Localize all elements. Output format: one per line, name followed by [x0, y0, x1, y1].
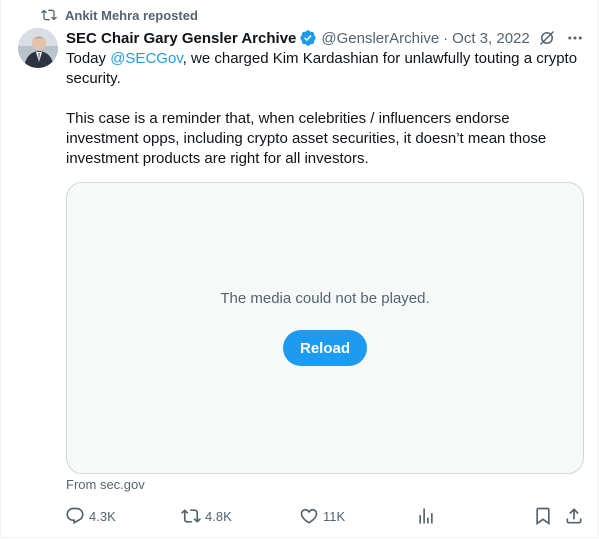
views-chart-icon	[419, 508, 433, 524]
more-icon	[568, 36, 582, 40]
grok-icon	[540, 31, 554, 45]
repost-text[interactable]: Ankit Mehra reposted	[65, 8, 198, 23]
separator-dot: ·	[443, 29, 449, 47]
bookmark-icon	[536, 507, 550, 526]
mention-link[interactable]: @SECGov	[110, 50, 182, 67]
author-display-name[interactable]: SEC Chair Gary Gensler Archive	[66, 30, 296, 47]
media-source[interactable]: From sec.gov	[66, 477, 145, 492]
reply-icon	[66, 507, 84, 525]
like-count: 11K	[323, 508, 346, 524]
repost-button[interactable]: 4.8K	[181, 504, 232, 528]
media-error-message: The media could not be played.	[220, 290, 430, 307]
repost-count: 4.8K	[205, 508, 232, 524]
action-bar: 4.3K 4.8K 11K	[63, 504, 585, 528]
bookmark-button[interactable]	[533, 504, 553, 528]
media-container: The media could not be played. Reload	[66, 182, 584, 474]
tweet[interactable]: Ankit Mehra reposted SEC Chair Gary Gens…	[0, 0, 598, 538]
share-icon	[566, 508, 582, 524]
verified-badge-icon	[300, 30, 317, 46]
reply-count: 4.3K	[89, 508, 116, 524]
repost-indicator: Ankit Mehra reposted	[41, 7, 198, 23]
reload-button[interactable]: Reload	[283, 330, 367, 366]
tweet-paragraph-2: This case is a reminder that, when celeb…	[66, 110, 547, 167]
repost-icon	[41, 9, 57, 21]
avatar[interactable]	[18, 28, 58, 68]
grok-button[interactable]	[537, 28, 557, 48]
tweet-header: SEC Chair Gary Gensler Archive @GenslerA…	[66, 27, 585, 49]
more-options-button[interactable]	[565, 28, 585, 48]
views-button[interactable]	[416, 504, 436, 528]
share-button[interactable]	[564, 504, 584, 528]
tweet-date[interactable]: Oct 3, 2022	[452, 30, 530, 47]
author-handle[interactable]: @GenslerArchive	[321, 30, 439, 47]
like-button[interactable]: 11K	[299, 504, 345, 528]
tweet-paragraph-1: Today @SECGov, we charged Kim Kardashian…	[66, 50, 578, 87]
repost-icon	[181, 509, 201, 523]
reply-button[interactable]: 4.3K	[65, 504, 116, 528]
heart-icon	[300, 508, 318, 524]
tweet-text: Today @SECGov, we charged Kim Kardashian…	[66, 49, 586, 169]
